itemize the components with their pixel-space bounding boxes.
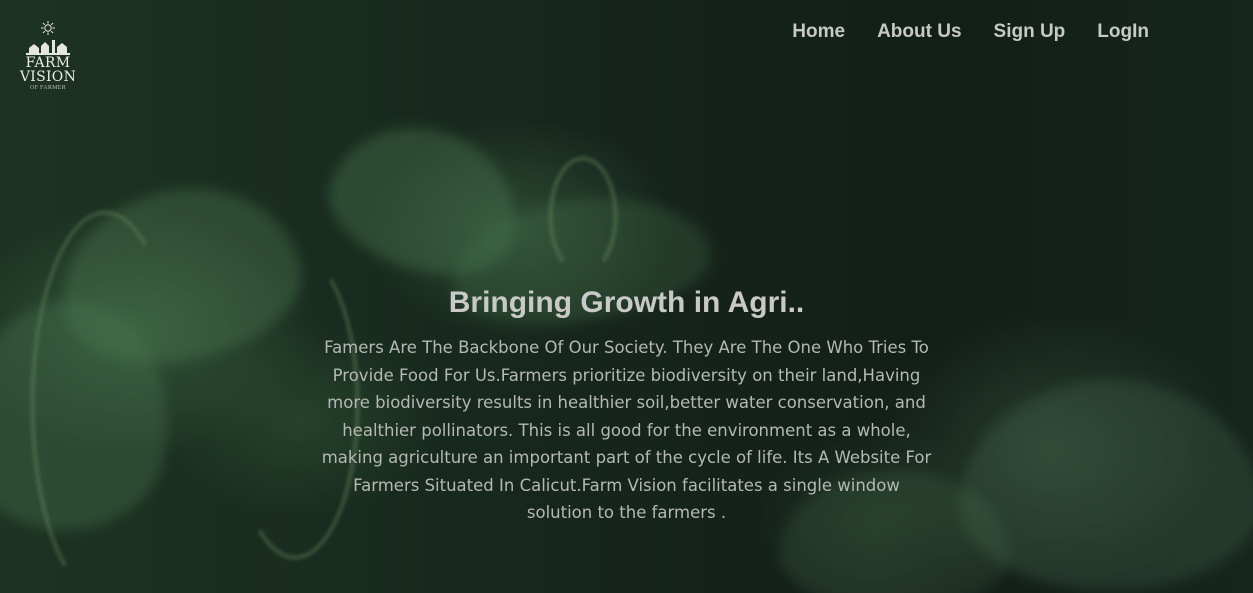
- main-nav: Home About Us Sign Up LogIn: [776, 20, 1165, 44]
- nav-login-link[interactable]: LogIn: [1081, 20, 1165, 44]
- nav-home-link[interactable]: Home: [776, 20, 861, 44]
- farm-sun-emblem-icon: [26, 21, 70, 55]
- logo-title-line1: FARM: [25, 55, 71, 71]
- logo-subtitle: OF FARMER: [29, 85, 67, 91]
- logo-title-line2: VISION: [19, 69, 77, 85]
- hero-headline: Bringing Growth in Agri..: [448, 286, 805, 319]
- site-logo[interactable]: FARM VISION OF FARMER: [18, 20, 78, 102]
- hero-description: Famers Are The Backbone Of Our Society. …: [321, 338, 932, 522]
- hero-section: FARM VISION OF FARMER Home About Us Sign…: [0, 0, 1253, 593]
- hero-content: Bringing Growth in Agri.. Famers Are The…: [318, 282, 935, 527]
- nav-sign-up-link[interactable]: Sign Up: [978, 20, 1082, 44]
- nav-about-us-link[interactable]: About Us: [861, 20, 977, 44]
